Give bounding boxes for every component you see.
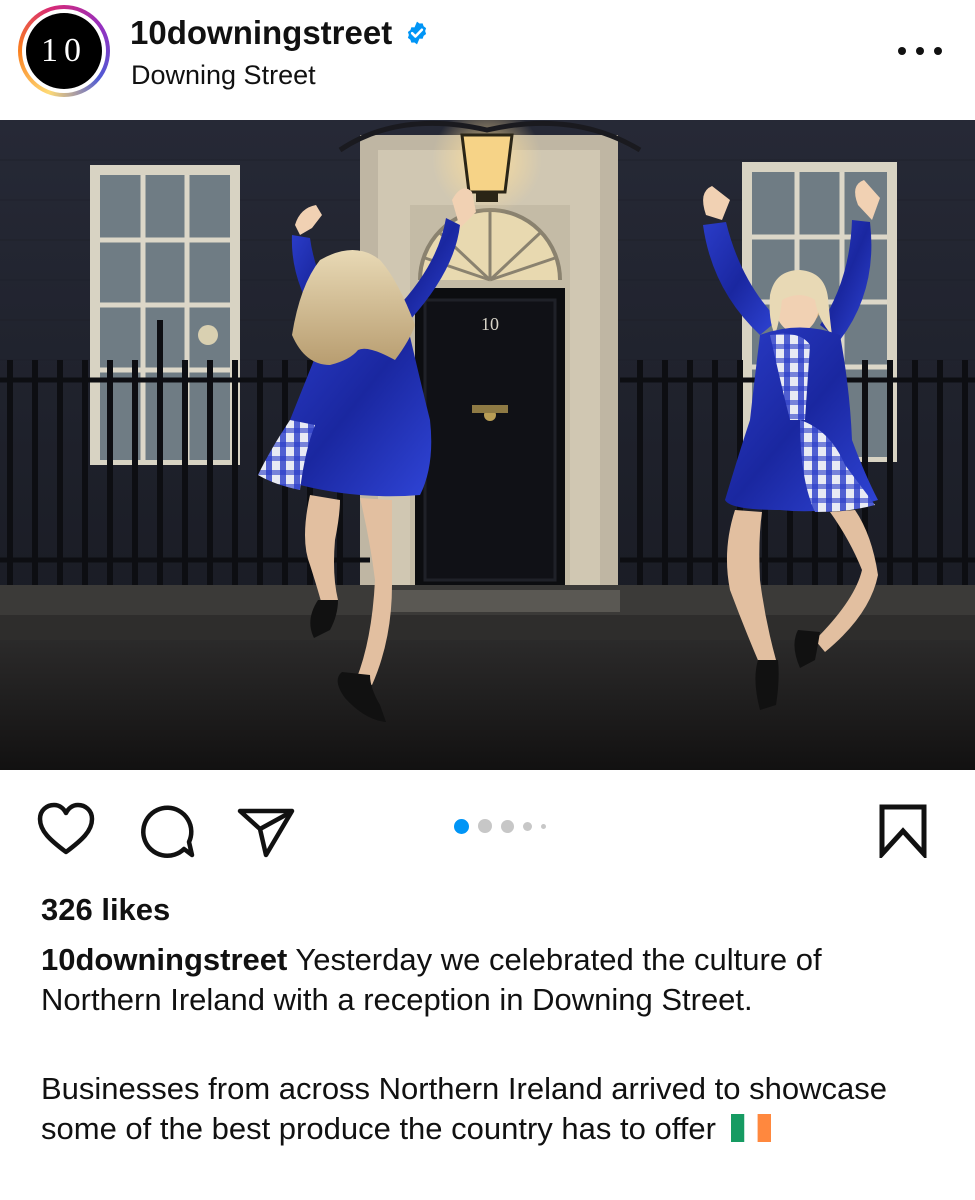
carousel-dot bbox=[541, 823, 546, 829]
likes-count[interactable]: 326 likes bbox=[41, 892, 170, 928]
comment-bubble-icon[interactable] bbox=[136, 802, 196, 862]
like-heart-icon[interactable] bbox=[36, 800, 96, 860]
carousel-dot-active bbox=[454, 818, 469, 834]
share-paper-plane-icon[interactable] bbox=[236, 803, 296, 863]
username[interactable]: 10downingstreet bbox=[130, 14, 392, 52]
ireland-flag-icon bbox=[730, 1114, 771, 1142]
carousel-indicator bbox=[454, 818, 555, 834]
carousel-dot bbox=[478, 819, 492, 833]
more-horizontal-icon bbox=[898, 47, 906, 55]
verified-badge-icon bbox=[408, 21, 427, 45]
door-number: 10 bbox=[481, 314, 499, 334]
more-options-button[interactable] bbox=[898, 36, 942, 66]
location-link[interactable]: Downing Street bbox=[131, 60, 316, 91]
post-image[interactable]: 10 bbox=[0, 120, 975, 770]
post-photo-illustration: 10 bbox=[0, 120, 975, 770]
post-caption: 10downingstreet Yesterday we celebrated … bbox=[41, 940, 941, 1149]
carousel-dot bbox=[523, 821, 532, 831]
carousel-dot bbox=[501, 819, 514, 833]
avatar[interactable]: 10 bbox=[26, 13, 102, 89]
save-bookmark-icon[interactable] bbox=[878, 804, 928, 858]
story-ring[interactable]: 10 bbox=[18, 5, 110, 97]
caption-username[interactable]: 10downingstreet bbox=[41, 942, 287, 977]
post-header: 10 10downingstreet Downing Street bbox=[0, 0, 975, 120]
